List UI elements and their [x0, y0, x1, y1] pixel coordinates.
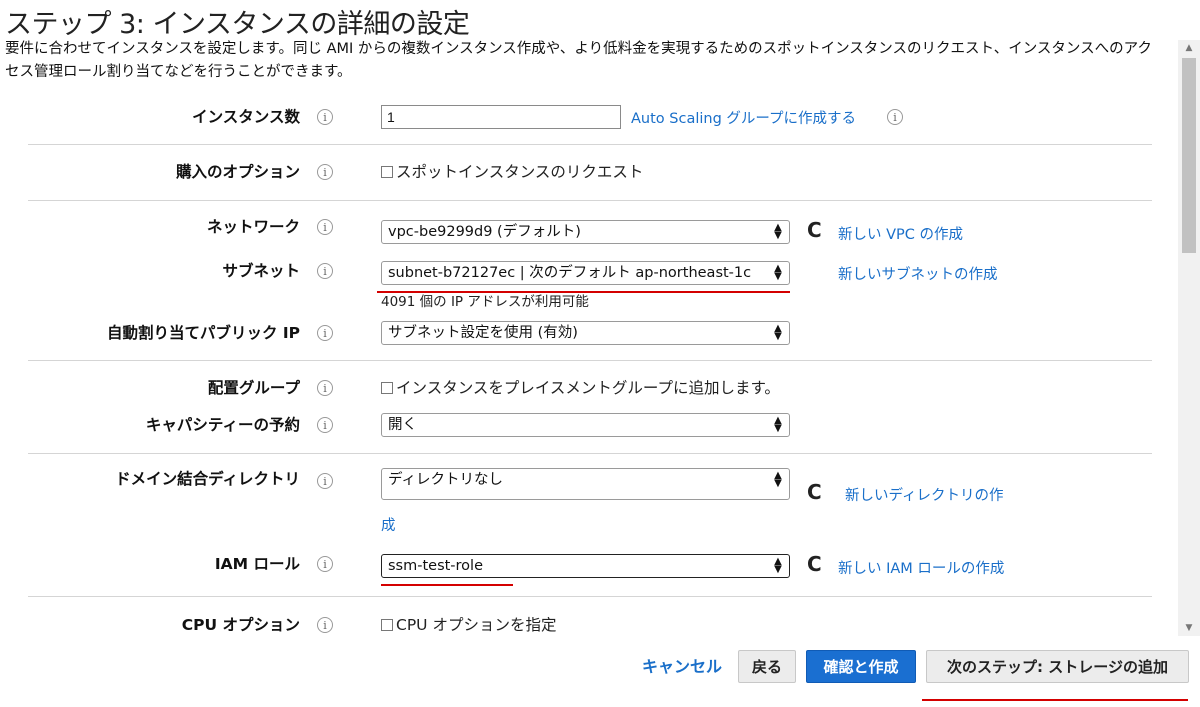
info-icon[interactable]: i [317, 417, 333, 433]
network-select-value: vpc-be9299d9 (デフォルト) [388, 224, 581, 240]
scroll-up-icon[interactable]: ▲ [1178, 40, 1200, 56]
vertical-scrollbar[interactable]: ▲ ▼ [1178, 40, 1200, 636]
cpu-options-checkbox-label: CPU オプションを指定 [396, 616, 557, 634]
scrollbar-thumb[interactable] [1182, 58, 1196, 253]
capacity-reservation-select-value: 開く [388, 417, 417, 433]
next-add-storage-button[interactable]: 次のステップ: ストレージの追加 [926, 650, 1189, 683]
row-subnet: サブネット i subnet-b72127ec | 次のデフォルト ap-nor… [0, 256, 1178, 286]
info-icon[interactable]: i [317, 219, 333, 235]
select-arrows-icon: ▲ ▼ [774, 470, 782, 489]
select-arrows-icon: ▲ ▼ [774, 263, 782, 282]
subnet-select-value: subnet-b72127ec | 次のデフォルト ap-northeast-1… [388, 265, 752, 281]
info-icon[interactable]: i [317, 617, 333, 633]
cancel-button[interactable]: キャンセル [642, 650, 722, 683]
select-arrows-icon: ▲ ▼ [774, 556, 782, 575]
placement-group-checkbox-label: インスタンスをプレイスメントグループに追加します。 [396, 379, 780, 397]
spot-instance-checkbox[interactable]: スポットインスタンスのリクエスト [381, 157, 643, 187]
select-arrows-icon: ▲ ▼ [774, 415, 782, 434]
divider [28, 596, 1152, 597]
instance-count-label: インスタンス数 [192, 108, 300, 126]
checkbox-box[interactable] [381, 166, 393, 178]
refresh-icon[interactable]: C [807, 482, 822, 502]
subnet-label: サブネット [222, 262, 300, 280]
auto-scaling-link[interactable]: Auto Scaling グループに作成する [631, 107, 856, 128]
subnet-ip-count: 4091 個の IP アドレスが利用可能 [381, 294, 589, 310]
cpu-options-checkbox[interactable]: CPU オプションを指定 [381, 610, 556, 639]
review-and-launch-button[interactable]: 確認と作成 [806, 650, 916, 683]
info-icon[interactable]: i [887, 109, 903, 125]
form-scroll-area: インスタンス数 i Auto Scaling グループに作成する i 購入のオプ… [0, 96, 1178, 639]
refresh-icon[interactable]: C [807, 220, 822, 240]
public-ip-select[interactable]: サブネット設定を使用 (有効) ▲ ▼ [381, 321, 790, 345]
info-icon[interactable]: i [317, 325, 333, 341]
page-title: ステップ 3: インスタンスの詳細の設定 [5, 9, 470, 40]
footer-bar: キャンセル 戻る 確認と作成 次のステップ: ストレージの追加 [0, 639, 1200, 707]
divider [28, 200, 1152, 201]
cpu-options-label: CPU オプション [181, 616, 300, 634]
capacity-reservation-label: キャパシティーの予約 [145, 416, 300, 434]
divider [28, 360, 1152, 361]
public-ip-label: 自動割り当てパブリック IP [106, 324, 300, 342]
page-description: 要件に合わせてインスタンスを設定します。同じ AMI からの複数インスタンス作成… [5, 41, 1152, 80]
domain-directory-label: ドメイン結合ディレクトリ [115, 470, 300, 488]
row-instance-count: インスタンス数 i Auto Scaling グループに作成する i [0, 102, 1178, 132]
refresh-icon[interactable]: C [807, 554, 822, 574]
checkbox-box[interactable] [381, 382, 393, 394]
select-arrows-icon: ▲ ▼ [774, 323, 782, 342]
row-network: ネットワーク i vpc-be9299d9 (デフォルト) ▲ ▼ C 新しい VP… [0, 212, 1178, 244]
public-ip-select-value: サブネット設定を使用 (有効) [388, 325, 578, 341]
info-icon[interactable]: i [317, 556, 333, 572]
row-cpu-options: CPU オプション i CPU オプションを指定 [0, 610, 1178, 639]
row-public-ip: 自動割り当てパブリック IP i サブネット設定を使用 (有効) ▲ ▼ [0, 318, 1178, 348]
info-icon[interactable]: i [317, 164, 333, 180]
row-iam-role: IAM ロール i ssm-test-role ▲ ▼ C 新しい IAM ロールの… [0, 549, 1178, 579]
network-label: ネットワーク [206, 218, 300, 236]
info-icon[interactable]: i [317, 380, 333, 396]
placement-group-checkbox[interactable]: インスタンスをプレイスメントグループに追加します。 [381, 373, 780, 403]
scroll-down-icon[interactable]: ▼ [1178, 620, 1200, 636]
iam-role-select-value: ssm-test-role [388, 558, 484, 574]
back-button[interactable]: 戻る [738, 650, 796, 683]
info-icon[interactable]: i [317, 473, 333, 489]
divider [28, 144, 1152, 145]
iam-role-select[interactable]: ssm-test-role ▲ ▼ [381, 554, 790, 578]
highlight-underline [381, 584, 513, 586]
subnet-select[interactable]: subnet-b72127ec | 次のデフォルト ap-northeast-1… [381, 261, 790, 285]
new-directory-link-continued[interactable]: 成 [381, 514, 396, 535]
row-placement-group: 配置グループ i インスタンスをプレイスメントグループに追加します。 [0, 373, 1178, 403]
purchase-option-label: 購入のオプション [175, 163, 300, 181]
capacity-reservation-select[interactable]: 開く ▲ ▼ [381, 413, 790, 437]
new-subnet-link[interactable]: 新しいサブネットの作成 [838, 263, 998, 284]
row-capacity-reservation: キャパシティーの予約 i 開く ▲ ▼ [0, 410, 1178, 440]
instance-count-input[interactable] [381, 105, 621, 129]
spot-instance-checkbox-label: スポットインスタンスのリクエスト [396, 163, 644, 181]
new-directory-link[interactable]: 新しいディレクトリの作 [845, 484, 1003, 505]
select-arrows-icon: ▲ ▼ [774, 222, 782, 241]
highlight-underline [922, 699, 1188, 701]
row-purchase-option: 購入のオプション i スポットインスタンスのリクエスト [0, 157, 1178, 187]
new-vpc-link[interactable]: 新しい VPC の作成 [838, 223, 963, 244]
divider [28, 453, 1152, 454]
row-domain-directory: ドメイン結合ディレクトリ i ディレクトリなし ▲ ▼ C 新しいディレクトリの作 [0, 464, 1178, 504]
network-select[interactable]: vpc-be9299d9 (デフォルト) ▲ ▼ [381, 220, 790, 244]
info-icon[interactable]: i [317, 109, 333, 125]
checkbox-box[interactable] [381, 619, 393, 631]
info-icon[interactable]: i [317, 263, 333, 279]
placement-group-label: 配置グループ [207, 379, 300, 397]
new-iam-role-link[interactable]: 新しい IAM ロールの作成 [838, 557, 1004, 578]
iam-role-label: IAM ロール [214, 555, 300, 573]
domain-directory-select[interactable]: ディレクトリなし ▲ ▼ [381, 468, 790, 500]
domain-directory-select-value: ディレクトリなし [388, 472, 503, 488]
